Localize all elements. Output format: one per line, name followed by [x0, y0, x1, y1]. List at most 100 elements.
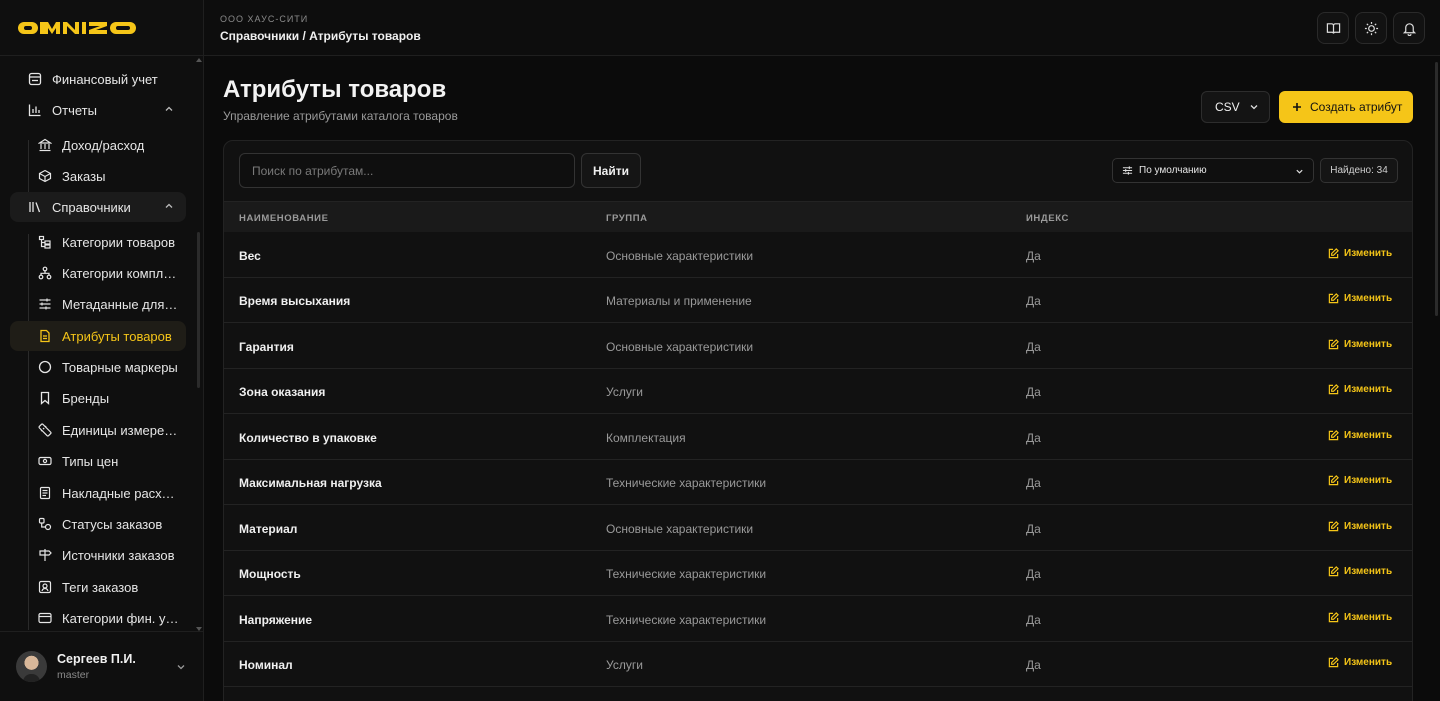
sidebar-item-order-tags[interactable]: Теги заказов	[10, 572, 186, 602]
omniz-logo[interactable]	[18, 20, 138, 36]
cell-group: Услуги	[606, 658, 643, 672]
cell-index: Да	[1026, 431, 1041, 445]
table-row[interactable]: Гарантия Основные характеристики Да Изме…	[224, 324, 1412, 369]
table-row[interactable]: Зона оказания Услуги Да Изменить	[224, 369, 1412, 414]
sidebar-item-product-markers[interactable]: Товарные маркеры	[10, 352, 186, 382]
hierarchy-icon	[38, 266, 52, 280]
cell-name: Зона оказания	[239, 385, 326, 399]
sidebar-item-label: Финансовый учет	[52, 71, 158, 87]
sort-select[interactable]: По умолчанию	[1112, 158, 1314, 183]
csv-dropdown-button[interactable]: CSV	[1201, 91, 1270, 123]
sidebar-item-label: Доход/расход	[62, 137, 145, 153]
sidebar-item-product-attributes[interactable]: Атрибуты товаров	[10, 321, 186, 351]
sidebar-scrollbar[interactable]	[197, 232, 200, 388]
edit-button[interactable]: Изменить	[1328, 339, 1392, 350]
sidebar-item-order-sources[interactable]: Источники заказов	[10, 540, 186, 570]
edit-icon	[1328, 657, 1339, 668]
edit-button[interactable]: Изменить	[1328, 293, 1392, 304]
sidebar-item-kit-categories[interactable]: Категории комплектаций	[10, 258, 186, 288]
sidebar-item-label: Статусы заказов	[62, 516, 163, 532]
sidebar-item-directories[interactable]: Справочники	[10, 192, 186, 222]
category-tree-icon	[38, 235, 52, 249]
table-row[interactable]: Максимальная нагрузка Технические характ…	[224, 460, 1412, 505]
table-row[interactable]: Время высыхания Материалы и применение Д…	[224, 278, 1412, 323]
sort-label: По умолчанию	[1139, 165, 1207, 176]
user-profile[interactable]: Сергеев П.И. master	[0, 631, 204, 701]
table-row[interactable]: Материал Основные характеристики Да Изме…	[224, 506, 1412, 551]
cell-name: Гарантия	[239, 340, 294, 354]
sidebar-item-orders[interactable]: Заказы	[10, 161, 186, 191]
edit-icon	[1328, 612, 1339, 623]
edit-label: Изменить	[1344, 521, 1393, 532]
sidebar-item-finance-categories[interactable]: Категории фин. учета	[10, 603, 186, 630]
cell-group: Услуги	[606, 385, 643, 399]
signpost-icon	[38, 548, 52, 562]
cell-index: Да	[1026, 294, 1041, 308]
cell-group: Технические характеристики	[606, 476, 767, 490]
cell-group: Материалы и применение	[606, 294, 752, 308]
user-role: master	[57, 669, 90, 681]
sidebar-item-reports[interactable]: Отчеты	[10, 95, 186, 125]
main-scrollbar[interactable]	[1435, 62, 1438, 316]
edit-button[interactable]: Изменить	[1328, 384, 1392, 395]
notifications-button[interactable]	[1393, 12, 1425, 44]
table-row[interactable]: Номинал Услуги Да Изменить	[224, 642, 1412, 687]
chevron-down-icon	[1296, 169, 1303, 174]
edit-label: Изменить	[1344, 339, 1393, 350]
ruler-icon	[38, 423, 52, 437]
docs-button[interactable]	[1317, 12, 1349, 44]
table-row[interactable]: Напряжение Технические характеристики Да…	[224, 597, 1412, 642]
edit-button[interactable]: Изменить	[1328, 475, 1392, 486]
sidebar-item-product-categories[interactable]: Категории товаров	[10, 227, 186, 257]
column-header-name[interactable]: Наименование	[239, 213, 329, 224]
create-attribute-button[interactable]: Создать атрибут	[1279, 91, 1413, 123]
edit-icon	[1328, 475, 1339, 486]
logo-area	[0, 0, 203, 56]
search-input[interactable]	[239, 153, 575, 188]
sidebar-item-order-statuses[interactable]: Статусы заказов	[10, 509, 186, 539]
edit-button[interactable]: Изменить	[1328, 566, 1392, 577]
cell-index: Да	[1026, 249, 1041, 263]
circle-icon	[38, 360, 52, 374]
sidebar-item-finance[interactable]: Финансовый учет	[10, 64, 186, 94]
sidebar-item-label: Заказы	[62, 168, 106, 184]
edit-icon	[1328, 384, 1339, 395]
sidebar: Финансовый учет Отчеты Доход/расход Зака…	[0, 0, 204, 701]
sliders-icon	[1122, 166, 1133, 175]
edit-button[interactable]: Изменить	[1328, 521, 1392, 532]
status-flow-icon	[38, 517, 52, 531]
table-row[interactable]: Вес Основные характеристики Да Изменить	[224, 233, 1412, 278]
cell-index: Да	[1026, 340, 1041, 354]
edit-icon	[1328, 521, 1339, 532]
sidebar-item-overhead[interactable]: Накладные расходы	[10, 478, 186, 508]
scroll-up-arrow-icon[interactable]	[196, 58, 202, 62]
edit-label: Изменить	[1344, 430, 1393, 441]
table-row[interactable]: Мощность Технические характеристики Да И…	[224, 551, 1412, 596]
plus-icon	[1293, 103, 1301, 111]
table-row[interactable]: Количество в упаковке Комплектация Да Из…	[224, 415, 1412, 460]
column-header-index[interactable]: Индекс	[1026, 213, 1069, 224]
page-title: Атрибуты товаров	[223, 76, 447, 103]
sidebar-item-label: Категории комплектаций	[62, 265, 180, 281]
sidebar-item-price-types[interactable]: Типы цен	[10, 446, 186, 476]
user-name: Сергеев П.И.	[57, 652, 136, 666]
sidebar-item-label: Типы цен	[62, 453, 119, 469]
sidebar-item-label: Накладные расходы	[62, 485, 180, 501]
sidebar-item-metadata[interactable]: Метаданные для выгрузки	[10, 289, 186, 319]
library-icon	[28, 200, 42, 214]
edit-button[interactable]: Изменить	[1328, 430, 1392, 441]
edit-button[interactable]: Изменить	[1328, 248, 1392, 259]
page-subtitle: Управление атрибутами каталога товаров	[223, 109, 458, 123]
tag-box-icon	[38, 580, 52, 594]
sidebar-item-income-expense[interactable]: Доход/расход	[10, 130, 186, 160]
find-button[interactable]: Найти	[581, 153, 641, 188]
sidebar-item-brands[interactable]: Бренды	[10, 383, 186, 413]
edit-button[interactable]: Изменить	[1328, 612, 1392, 623]
cell-index: Да	[1026, 567, 1041, 581]
theme-toggle-button[interactable]	[1355, 12, 1387, 44]
cell-name: Максимальная нагрузка	[239, 476, 382, 490]
edit-button[interactable]: Изменить	[1328, 657, 1392, 668]
edit-icon	[1328, 248, 1339, 259]
column-header-group[interactable]: Группа	[606, 213, 648, 224]
sidebar-item-units[interactable]: Единицы измерения	[10, 415, 186, 445]
